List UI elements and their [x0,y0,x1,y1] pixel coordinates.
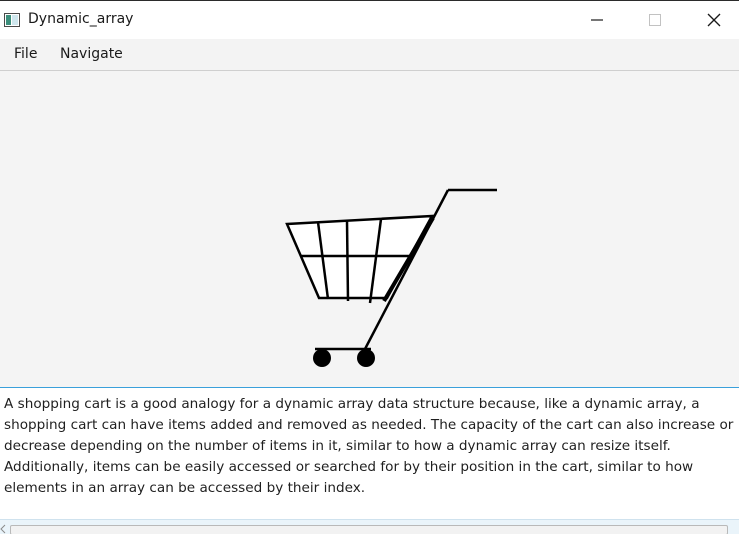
window-title: Dynamic_array [28,11,134,27]
description-textarea[interactable]: A shopping cart is a good analogy for a … [0,387,739,519]
maximize-button[interactable] [627,1,683,39]
scrollbar-thumb[interactable] [10,525,728,534]
minimize-icon [591,19,603,21]
menu-file[interactable]: File [14,46,37,62]
app-window-icon [4,12,20,27]
cart-wheel [313,349,331,367]
app-window: Dynamic_array File Navigate A shopping c… [0,0,739,534]
menu-bar: File Navigate [0,39,739,71]
scroll-left-icon[interactable] [0,524,6,534]
cart-wire [345,220,350,302]
maximize-icon [649,14,661,26]
menu-navigate[interactable]: Navigate [60,46,123,62]
minimize-button[interactable] [569,1,625,39]
title-bar[interactable]: Dynamic_array [0,1,739,39]
close-icon [707,13,721,27]
close-button[interactable] [685,1,739,39]
illustration-canvas [0,71,739,387]
shopping-cart-icon [285,188,497,367]
cart-wheel [357,349,375,367]
description-text: A shopping cart is a good analogy for a … [4,396,734,496]
horizontal-scrollbar[interactable] [0,519,739,534]
